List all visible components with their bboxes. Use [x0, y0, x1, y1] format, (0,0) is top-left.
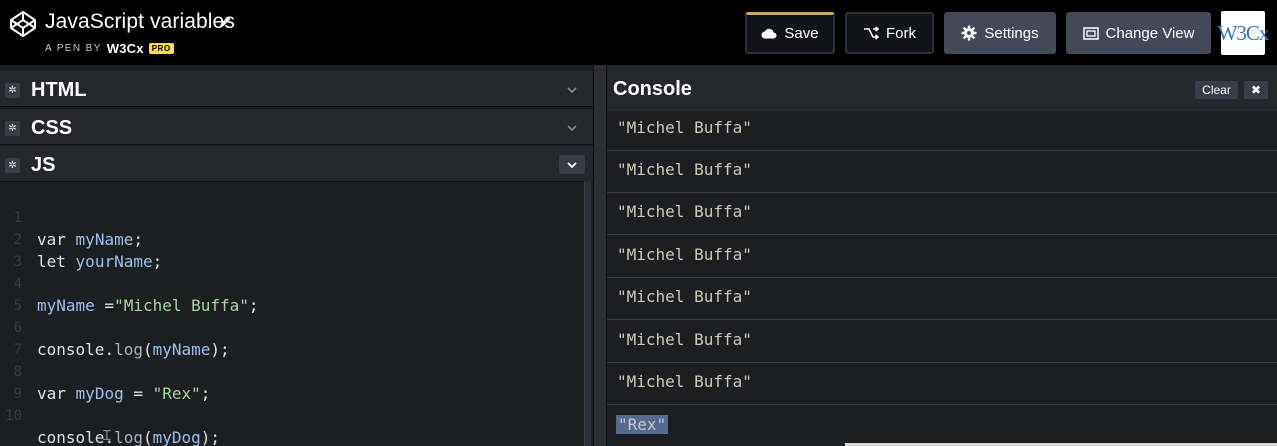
log-text: "Michel Buffa": [617, 245, 752, 264]
code-punctuation: );: [200, 428, 221, 446]
html-collapse-chevron-down-icon[interactable]: [559, 80, 585, 99]
code-method: log: [114, 428, 143, 446]
log-text: "Michel Buffa": [617, 372, 752, 391]
code-line: 10 console.log(myDog);: [0, 383, 220, 446]
code-method: log: [114, 340, 143, 359]
code-punctuation: ;: [152, 252, 163, 271]
js-code-editor[interactable]: 1 var myName; 2 let yourName; 3 4 myName…: [0, 183, 585, 446]
code-operator: =: [123, 384, 153, 403]
js-settings-gear-icon[interactable]: ✲: [5, 158, 20, 173]
html-editor-title: HTML: [31, 79, 87, 101]
code-line: 8 var myDog = "Rex";: [0, 339, 211, 403]
log-text: "Michel Buffa": [617, 202, 752, 221]
code-identifier: myDog: [75, 384, 124, 403]
fork-button[interactable]: Fork: [845, 12, 934, 54]
author-link[interactable]: W3Cx: [107, 41, 144, 56]
layout-icon: [1082, 26, 1099, 40]
log-text: "Michel Buffa": [617, 287, 752, 306]
code-line: 9: [0, 361, 58, 402]
console-log-entry: "Michel Buffa": [607, 108, 1277, 151]
fork-label: Fork: [886, 24, 916, 42]
console-panel: Console Clear ✖ "Michel Buffa" "Michel B…: [607, 65, 1277, 446]
code-identifier: yourName: [75, 252, 153, 271]
css-editor-title: CSS: [31, 117, 73, 139]
code-identifier: myName: [152, 340, 211, 359]
code-identifier: myName: [75, 230, 134, 249]
code-line: 1 var myName;: [0, 185, 143, 249]
js-editor-title: JS: [31, 154, 56, 176]
code-punctuation: ;: [200, 384, 211, 403]
html-settings-gear-icon[interactable]: ✲: [5, 83, 20, 98]
console-title: Console: [613, 78, 692, 100]
line-number: 10: [5, 408, 22, 424]
top-header: JavaScript variables A PEN BY W3Cx PRO S…: [0, 0, 1277, 65]
pen-byline: A PEN BY W3Cx PRO: [45, 41, 174, 56]
console-log-entry: "Michel Buffa": [607, 192, 1277, 235]
code-object: console: [37, 428, 105, 446]
console-log-entry: "Michel Buffa": [607, 277, 1277, 320]
console-log-entry: "Michel Buffa": [607, 320, 1277, 363]
code-line: 4 myName ="Michel Buffa";: [0, 251, 259, 315]
pro-badge: PRO: [148, 43, 174, 54]
cloud-icon: [761, 28, 777, 39]
code-string: "Michel Buffa": [114, 296, 249, 315]
js-editor-header[interactable]: ✲ JS: [0, 146, 593, 182]
pen-title[interactable]: JavaScript variables: [45, 10, 235, 34]
console-close-icon[interactable]: ✖: [1244, 81, 1268, 99]
change-view-label: Change View: [1105, 24, 1195, 42]
console-clear-button[interactable]: Clear: [1195, 81, 1238, 99]
code-punctuation: ;: [133, 230, 143, 249]
code-string: "Rex": [152, 384, 201, 403]
code-line: 3: [0, 229, 58, 270]
pencil-icon[interactable]: [218, 14, 233, 29]
text-cursor-icon: Ɪ: [103, 427, 111, 443]
settings-label: Settings: [984, 24, 1039, 42]
change-view-button[interactable]: Change View: [1066, 12, 1211, 54]
code-line: 2 let yourName;: [0, 207, 163, 271]
code-punctuation: );: [210, 340, 230, 359]
css-settings-gear-icon[interactable]: ✲: [5, 121, 20, 136]
log-text: "Michel Buffa": [617, 160, 752, 179]
editor-scrollbar[interactable]: [584, 181, 591, 446]
code-line: 6 console.log(myName);: [0, 295, 230, 359]
code-punctuation: ;: [248, 296, 259, 315]
code-line: 7: [0, 317, 58, 358]
log-text: "Michel Buffa": [617, 330, 752, 349]
log-text-selected: "Rex": [616, 415, 669, 434]
console-log-entry: "Michel Buffa": [607, 235, 1277, 278]
fork-icon: [864, 26, 879, 40]
console-log-entry: "Michel Buffa": [607, 150, 1277, 193]
pane-resize-handle[interactable]: [593, 65, 607, 446]
html-editor-header[interactable]: ✲ HTML: [0, 71, 593, 107]
user-avatar[interactable]: W3Cx: [1218, 11, 1269, 55]
console-log-entry: "Rex": [607, 405, 1277, 446]
byline-prefix: A PEN BY: [45, 43, 102, 54]
editor-column: ✲ HTML ✲ CSS ✲ JS 1 var myName; 2 let yo…: [0, 65, 593, 446]
save-button[interactable]: Save: [745, 12, 835, 54]
save-label: Save: [784, 25, 819, 42]
avatar-text: W3Cx: [1217, 20, 1270, 45]
code-identifier: myDog: [152, 428, 201, 446]
js-collapse-chevron-down-icon[interactable]: [559, 155, 585, 174]
css-collapse-chevron-down-icon[interactable]: [559, 118, 585, 137]
log-text: "Michel Buffa": [617, 118, 752, 137]
code-line: 5: [0, 273, 58, 314]
gear-icon: [961, 25, 977, 41]
settings-button[interactable]: Settings: [944, 12, 1056, 54]
console-log-entry: "Michel Buffa": [607, 362, 1277, 405]
console-header: Console Clear ✖: [607, 65, 1277, 111]
code-operator: =: [94, 296, 115, 315]
css-editor-header[interactable]: ✲ CSS: [0, 109, 593, 145]
codepen-logo-icon[interactable]: [9, 10, 37, 38]
